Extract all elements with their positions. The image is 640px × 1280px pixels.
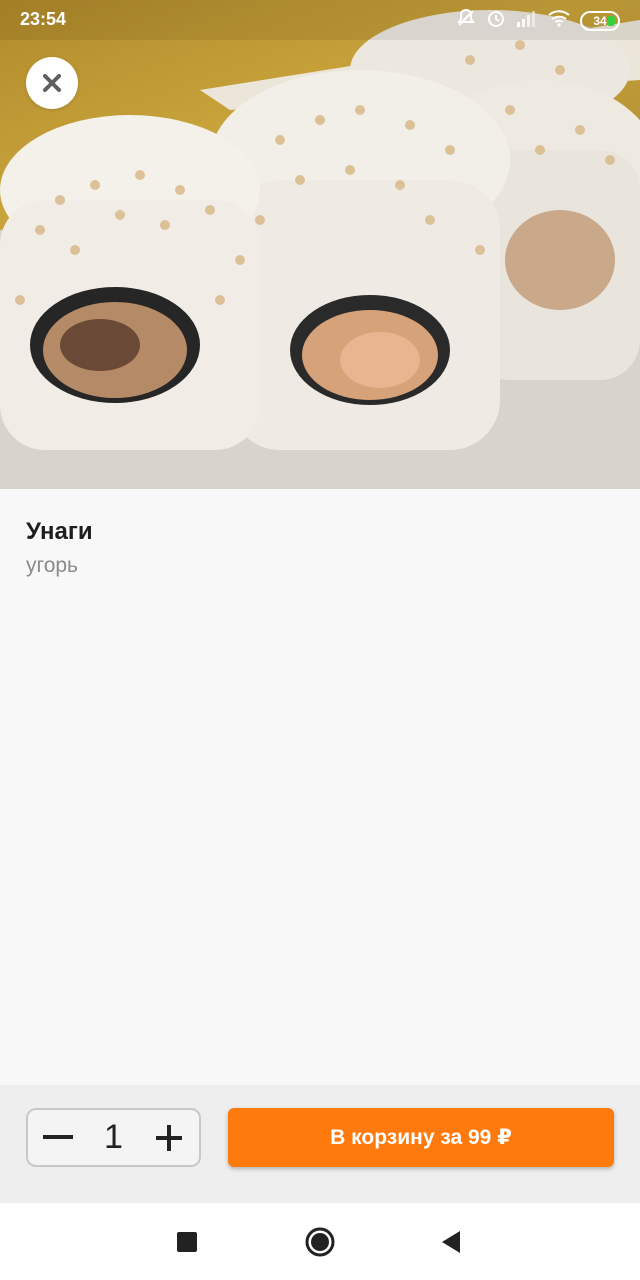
quantity-value: 1: [104, 1118, 123, 1156]
product-info: Унаги угорь: [26, 518, 93, 578]
system-nav-bar: [0, 1203, 640, 1280]
add-to-cart-button[interactable]: В корзину за 99 ₽: [228, 1108, 614, 1167]
increase-quantity-button[interactable]: [139, 1110, 199, 1165]
close-icon: [43, 74, 61, 92]
quantity-stepper: 1: [26, 1108, 201, 1167]
signal-icon: [516, 9, 538, 32]
muted-bell-icon: [456, 8, 476, 33]
product-description: угорь: [26, 554, 78, 577]
sushi-roll-image: [0, 0, 640, 489]
battery-level: 34: [593, 13, 607, 28]
status-icons: 34: [456, 8, 620, 33]
minus-icon: [43, 1134, 73, 1139]
decrease-quantity-button[interactable]: [28, 1110, 88, 1165]
product-image: [0, 0, 640, 489]
battery-icon: 34: [580, 10, 620, 31]
back-icon[interactable]: [440, 1230, 462, 1254]
status-bar: 23:54 34: [0, 0, 640, 40]
product-name: Унаги: [26, 518, 93, 545]
alarm-icon: [486, 8, 506, 33]
recent-apps-icon[interactable]: [177, 1232, 197, 1252]
close-button[interactable]: [26, 57, 78, 109]
order-action-bar: 1 В корзину за 99 ₽: [0, 1085, 640, 1203]
wifi-icon: [548, 9, 570, 32]
home-icon[interactable]: [305, 1227, 335, 1257]
plus-icon: [156, 1124, 182, 1151]
product-screen: 23:54 34 Унаги угорь 1 В корзину за 99 ₽: [0, 0, 640, 1280]
status-time: 23:54: [20, 9, 67, 29]
